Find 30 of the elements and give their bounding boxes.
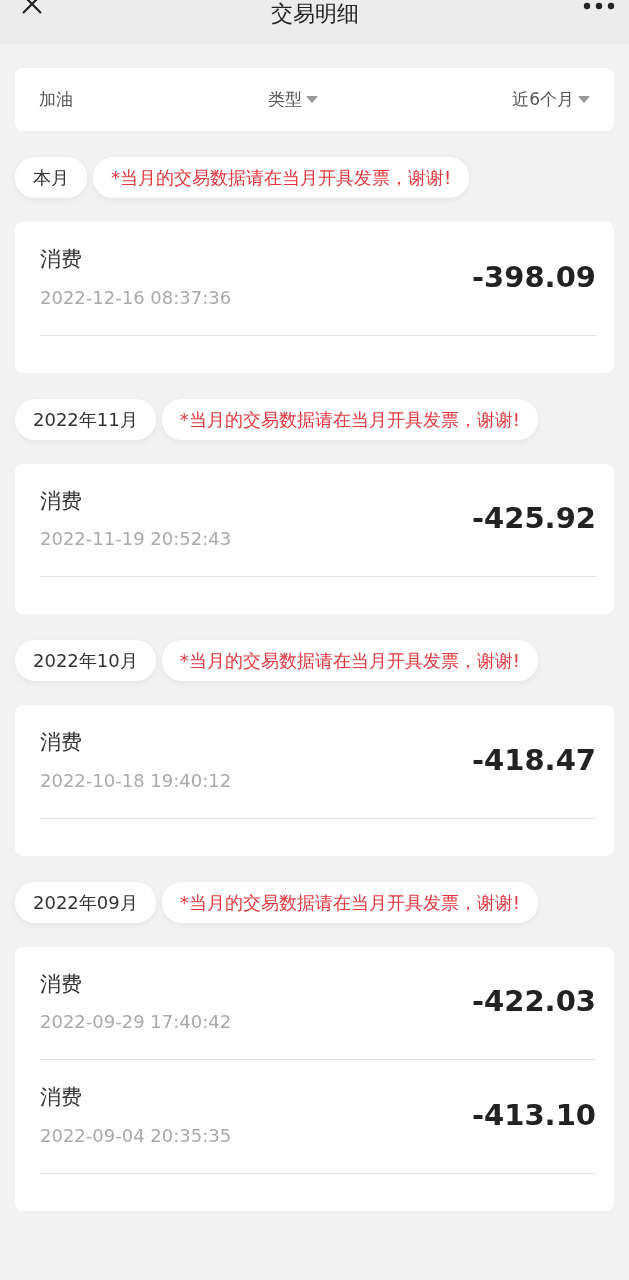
transaction-amount: -418.47 — [472, 741, 596, 779]
filter-dropdown[interactable]: 类型 — [267, 86, 318, 113]
transaction-time: 2022-12-16 08:37:36 — [40, 285, 232, 310]
filter-dropdown[interactable]: 近6个月 — [512, 86, 590, 113]
month-label: 本月 — [15, 157, 87, 198]
invoice-notice: *当月的交易数据请在当月开具发票，谢谢! — [161, 640, 538, 681]
transaction-amount: -425.92 — [472, 500, 596, 537]
invoice-notice: *当月的交易数据请在当月开具发票，谢谢! — [161, 398, 538, 440]
transaction-type: 消费 — [40, 729, 83, 756]
filter-tab[interactable]: 加油 — [39, 86, 73, 113]
transaction-time: 2022-09-29 17:40:42 — [40, 1010, 232, 1034]
month-label: 2022年09月 — [15, 881, 156, 923]
page-title: 交易明细 — [270, 2, 359, 28]
transaction-time: 2022-09-04 20:35:35 — [40, 1123, 232, 1148]
transaction-type: 消费 — [40, 970, 83, 998]
transaction-time: 2022-11-19 20:52:43 — [40, 527, 232, 551]
transaction-type: 消费 — [40, 487, 83, 515]
transaction-amount: -413.10 — [472, 1096, 596, 1134]
invoice-notice: *当月的交易数据请在当月开具发票，谢谢! — [93, 157, 470, 198]
month-label: 2022年10月 — [15, 640, 156, 681]
transaction-amount: -422.03 — [472, 983, 596, 1020]
caret-icon — [578, 96, 590, 103]
month-label: 2022年11月 — [15, 398, 156, 440]
transaction-amount: -398.09 — [472, 258, 596, 296]
transaction-time: 2022-10-18 19:40:12 — [40, 768, 232, 793]
invoice-notice: *当月的交易数据请在当月开具发票，谢谢! — [161, 881, 538, 923]
transaction-type: 消费 — [40, 1084, 83, 1111]
caret-icon — [305, 96, 318, 103]
transaction-type: 消费 — [40, 246, 83, 273]
more-icon[interactable] — [583, 2, 615, 10]
